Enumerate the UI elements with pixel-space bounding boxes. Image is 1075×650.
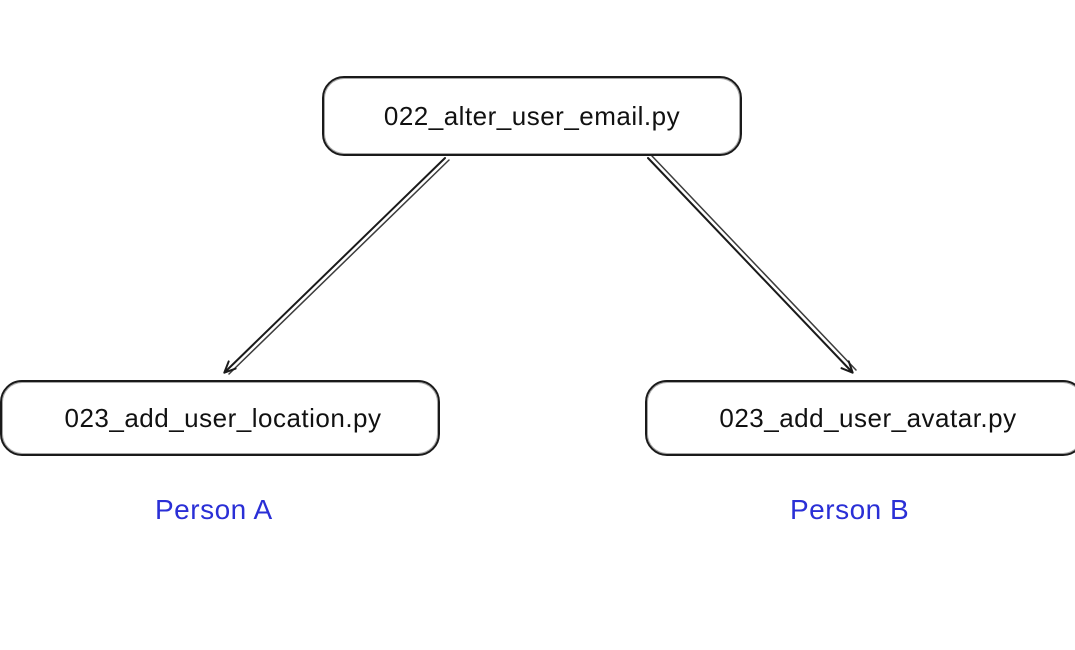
diagram-canvas: 022_alter_user_email.py 023_add_user_loc… <box>0 0 1075 650</box>
caption-right: Person B <box>790 494 909 526</box>
caption-left: Person A <box>155 494 273 526</box>
node-parent: 022_alter_user_email.py <box>322 76 742 156</box>
node-right-child: 023_add_user_avatar.py <box>645 380 1075 456</box>
node-left-child-label: 023_add_user_location.py <box>64 403 381 434</box>
node-right-child-label: 023_add_user_avatar.py <box>719 403 1016 434</box>
node-left-child: 023_add_user_location.py <box>0 380 440 456</box>
node-parent-label: 022_alter_user_email.py <box>384 101 680 132</box>
